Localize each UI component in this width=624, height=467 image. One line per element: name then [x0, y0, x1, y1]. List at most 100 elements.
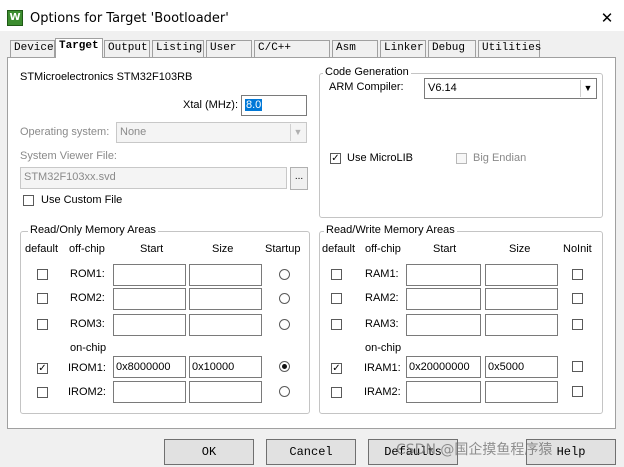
iram2-size-input[interactable] — [485, 381, 558, 403]
arm-compiler-label: ARM Compiler: — [329, 81, 404, 93]
xtal-label: Xtal (MHz): — [183, 99, 238, 111]
ram3-label: RAM3: — [365, 318, 399, 330]
rom2-startup-radio[interactable] — [279, 293, 290, 304]
iram2-default-checkbox[interactable] — [331, 387, 342, 398]
tab-device[interactable]: Device — [10, 40, 55, 57]
tab-output[interactable]: Output — [104, 40, 150, 57]
ram3-noinit-checkbox[interactable] — [572, 319, 583, 330]
ram1-noinit-checkbox[interactable] — [572, 269, 583, 280]
cancel-button[interactable]: Cancel — [266, 439, 356, 465]
ro-header-offchip: off-chip — [69, 243, 105, 255]
big-endian-label: Big Endian — [473, 152, 527, 164]
irom2-label: IROM2: — [68, 386, 106, 398]
ram1-default-checkbox[interactable] — [331, 269, 342, 280]
device-name: STMicroelectronics STM32F103RB — [20, 71, 193, 83]
iram1-start-input[interactable]: 0x20000000 — [406, 356, 481, 378]
chevron-down-icon: ▼ — [580, 80, 595, 97]
window-title: Options for Target 'Bootloader' — [30, 11, 229, 26]
title-bar[interactable]: W Options for Target 'Bootloader' ✕ — [0, 3, 624, 31]
rom3-size-input[interactable] — [189, 314, 262, 336]
rw-header-offchip: off-chip — [365, 243, 401, 255]
ro-onchip-label: on-chip — [70, 342, 107, 354]
rw-header-noinit: NoInit — [563, 243, 592, 255]
readwrite-memory-title: Read/Write Memory Areas — [324, 224, 457, 236]
rom3-startup-radio[interactable] — [279, 319, 290, 330]
os-label: Operating system: — [20, 126, 110, 138]
ro-header-startup: Startup — [265, 243, 301, 255]
rom3-start-input[interactable] — [113, 314, 186, 336]
code-generation-title: Code Generation — [323, 66, 411, 78]
irom2-size-input[interactable] — [189, 381, 262, 403]
tab-listing[interactable]: Listing — [152, 40, 204, 57]
keil-app-icon: W — [7, 10, 23, 26]
irom2-default-checkbox[interactable] — [37, 387, 48, 398]
tab-debug[interactable]: Debug — [428, 40, 476, 57]
ok-button[interactable]: OK — [164, 439, 254, 465]
rw-header-default: default — [322, 243, 356, 255]
rom1-default-checkbox[interactable] — [37, 269, 48, 280]
ram1-size-input[interactable] — [485, 264, 558, 286]
ram2-start-input[interactable] — [406, 288, 481, 310]
os-select[interactable]: None ▼ — [116, 122, 307, 143]
ram3-size-input[interactable] — [485, 314, 558, 336]
svd-file-input[interactable]: STM32F103xx.svd — [20, 167, 287, 189]
readonly-memory-title: Read/Only Memory Areas — [28, 224, 158, 236]
iram1-default-checkbox[interactable]: ✓ — [331, 363, 342, 374]
tab-c-cpp[interactable]: C/C++ (AC6) — [254, 40, 330, 69]
use-custom-file-checkbox[interactable] — [23, 195, 34, 206]
ro-header-start: Start — [140, 243, 164, 255]
rom1-startup-radio[interactable] — [279, 269, 290, 280]
rom3-default-checkbox[interactable] — [37, 319, 48, 330]
rw-onchip-label: on-chip — [365, 342, 402, 354]
irom2-startup-radio[interactable] — [279, 386, 290, 397]
tab-asm[interactable]: Asm — [332, 40, 378, 57]
xtal-input[interactable]: 8.0 — [241, 95, 307, 116]
use-microlib-checkbox[interactable]: ✓ — [330, 153, 341, 164]
arm-compiler-select[interactable]: V6.14 ▼ — [424, 78, 597, 99]
ro-header-size: Size — [212, 243, 234, 255]
ram2-label: RAM2: — [365, 292, 399, 304]
iram2-noinit-checkbox[interactable] — [572, 386, 583, 397]
iram1-size-input[interactable]: 0x5000 — [485, 356, 558, 378]
rom2-size-input[interactable] — [189, 288, 262, 310]
tab-utilities[interactable]: Utilities — [478, 40, 541, 57]
rom1-size-input[interactable] — [189, 264, 262, 286]
rom2-start-input[interactable] — [113, 288, 186, 310]
iram2-label: IRAM2: — [364, 386, 401, 398]
tab-user[interactable]: User — [206, 40, 252, 57]
rom1-start-input[interactable] — [113, 264, 186, 286]
ro-header-default: default — [25, 243, 59, 255]
use-custom-file-label: Use Custom File — [41, 194, 123, 206]
irom2-start-input[interactable] — [113, 381, 186, 403]
chevron-down-icon: ▼ — [290, 124, 305, 141]
svd-label: System Viewer File: — [20, 150, 117, 162]
close-icon[interactable]: ✕ — [596, 8, 618, 28]
csdn-watermark: CSDN @国企摸鱼程序猿 — [396, 442, 553, 458]
svd-browse-button[interactable]: ... — [290, 167, 308, 190]
tab-linker[interactable]: Linker — [380, 40, 426, 57]
ram3-default-checkbox[interactable] — [331, 319, 342, 330]
iram2-start-input[interactable] — [406, 381, 481, 403]
ram3-start-input[interactable] — [406, 314, 481, 336]
rom1-label: ROM1: — [70, 268, 105, 280]
irom1-startup-radio[interactable] — [279, 361, 290, 372]
ram2-size-input[interactable] — [485, 288, 558, 310]
iram1-label: IRAM1: — [364, 362, 401, 374]
irom1-label: IROM1: — [68, 362, 106, 374]
ram1-label: RAM1: — [365, 268, 399, 280]
irom1-start-input[interactable]: 0x8000000 — [113, 356, 186, 378]
ram1-start-input[interactable] — [406, 264, 481, 286]
rw-header-size: Size — [509, 243, 531, 255]
rom2-default-checkbox[interactable] — [37, 293, 48, 304]
iram1-noinit-checkbox[interactable] — [572, 361, 583, 372]
big-endian-checkbox[interactable] — [456, 153, 467, 164]
rom3-label: ROM3: — [70, 318, 105, 330]
rw-header-start: Start — [433, 243, 457, 255]
ram2-default-checkbox[interactable] — [331, 293, 342, 304]
ram2-noinit-checkbox[interactable] — [572, 293, 583, 304]
use-microlib-label: Use MicroLIB — [347, 152, 414, 164]
irom1-default-checkbox[interactable]: ✓ — [37, 363, 48, 374]
rom2-label: ROM2: — [70, 292, 105, 304]
tab-target[interactable]: Target — [55, 38, 103, 58]
irom1-size-input[interactable]: 0x10000 — [189, 356, 262, 378]
